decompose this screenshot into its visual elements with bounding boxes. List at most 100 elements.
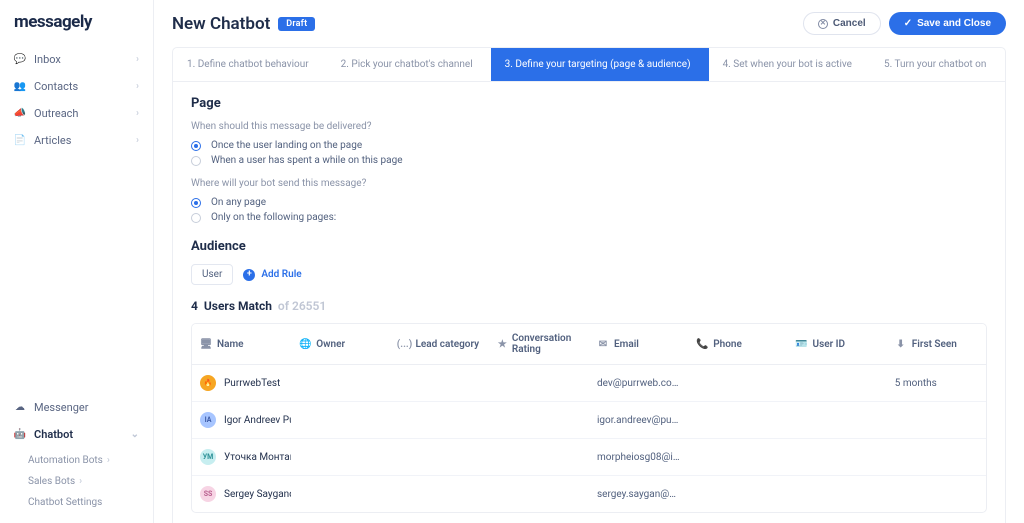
table-row[interactable]: УМУточка Монтана morpheiosg08@inbox.ru: [192, 439, 986, 476]
avatar: УМ: [200, 449, 216, 465]
radio-label: On any page: [211, 197, 266, 208]
save-button[interactable]: ✓ Save and Close: [889, 12, 1006, 35]
button-label: Save and Close: [917, 18, 991, 29]
sidebar-item-messenger[interactable]: ☁Messenger: [0, 394, 153, 421]
col-email[interactable]: ✉Email: [589, 330, 688, 359]
col-firstseen[interactable]: ⬇First Seen: [887, 330, 986, 359]
panel: 1. Define chatbot behaviour 2. Pick your…: [172, 47, 1006, 523]
users-table: 🖥Name 🌐Owner (...)Lead category ★Convers…: [191, 323, 987, 513]
step-3[interactable]: 3. Define your targeting (page & audienc…: [491, 48, 709, 81]
step-1[interactable]: 1. Define chatbot behaviour: [173, 48, 327, 81]
cell-firstseen: [887, 447, 986, 467]
sidebar-item-label: Articles: [34, 134, 71, 147]
col-phone[interactable]: 📞Phone: [688, 330, 787, 359]
sidebar: messagely 💬Inbox › 👥Contacts › 📣Outreach…: [0, 0, 154, 523]
cell-email: sergey.saygan@gmail.com: [589, 479, 688, 510]
chevron-down-icon: ⌄: [131, 429, 139, 440]
sidebar-item-label: Chatbot: [34, 428, 73, 441]
main: New Chatbot Draft ✕ Cancel ✓ Save and Cl…: [154, 0, 1024, 523]
chevron-right-icon: ›: [136, 54, 139, 65]
sidebar-item-chatbot[interactable]: 🤖 Chatbot ⌄: [0, 421, 153, 448]
cell-phone: [688, 410, 787, 430]
globe-icon: 🌐: [299, 339, 311, 350]
avatar: SS: [200, 486, 216, 502]
sidebar-item-inbox[interactable]: 💬Inbox ›: [0, 46, 153, 73]
subnav-chatbot-settings[interactable]: Chatbot Settings: [28, 492, 153, 513]
step-2[interactable]: 2. Pick your chatbot's channel: [327, 48, 491, 81]
radio-icon: [191, 198, 201, 208]
mail-icon: ✉: [597, 339, 609, 350]
cell-firstseen: [887, 410, 986, 430]
table-row[interactable]: SSSergey Sayganov sergey.saygan@gmail.com: [192, 476, 986, 512]
chevron-right-icon: ›: [136, 108, 139, 119]
cell-firstseen: 5 months: [887, 368, 986, 399]
doc-icon: 📄: [14, 135, 26, 147]
avatar: 🔥: [200, 375, 216, 391]
add-rule-button[interactable]: + Add Rule: [243, 269, 301, 281]
cell-owner: [291, 410, 390, 430]
col-userid[interactable]: 🪪User ID: [788, 330, 887, 359]
button-label: Add Rule: [261, 269, 301, 280]
question-where: Where will your bot send this message?: [191, 178, 987, 189]
audience-heading: Audience: [191, 239, 987, 254]
col-owner[interactable]: 🌐Owner: [291, 330, 390, 359]
cancel-button[interactable]: ✕ Cancel: [803, 12, 881, 35]
star-icon: ★: [498, 339, 507, 350]
cell-lead: [391, 373, 490, 393]
sidebar-item-contacts[interactable]: 👥Contacts ›: [0, 73, 153, 100]
table-row[interactable]: 🔥PurrwebTest dev@purrweb.com 5 months: [192, 365, 986, 402]
brackets-icon: (...): [399, 339, 411, 350]
wizard-steps: 1. Define chatbot behaviour 2. Pick your…: [173, 48, 1005, 82]
radio-icon: [191, 141, 201, 151]
page-heading: Page: [191, 96, 987, 111]
radio-spent-while[interactable]: When a user has spent a while on this pa…: [191, 153, 987, 168]
messenger-icon: ☁: [14, 402, 26, 414]
radio-icon: [191, 213, 201, 223]
step-5[interactable]: 5. Turn your chatbot on: [870, 48, 1004, 81]
cell-userid: [788, 484, 887, 504]
chat-icon: 💬: [14, 54, 26, 66]
col-rating[interactable]: ★Conversation Rating: [490, 324, 589, 364]
cell-phone: [688, 447, 787, 467]
step-4[interactable]: 4. Set when your bot is active: [709, 48, 870, 81]
monitor-icon: 🖥: [200, 339, 212, 350]
radio-label: When a user has spent a while on this pa…: [211, 155, 403, 166]
cell-firstseen: [887, 484, 986, 504]
chevron-right-icon: ›: [136, 81, 139, 92]
cell-name: IAIgor Andreev Purrweb: [192, 402, 291, 438]
subnav-automation-bots[interactable]: Automation Bots›: [28, 450, 153, 471]
col-name[interactable]: 🖥Name: [192, 330, 291, 359]
radio-once-landing[interactable]: Once the user landing on the page: [191, 138, 987, 153]
button-label: Cancel: [833, 18, 866, 29]
cell-userid: [788, 373, 887, 393]
user-chip[interactable]: User: [191, 264, 233, 285]
nav-primary: 💬Inbox › 👥Contacts › 📣Outreach › 📄 Articl…: [0, 46, 153, 154]
cell-userid: [788, 410, 887, 430]
page-title: New Chatbot: [172, 14, 270, 34]
cell-email: morpheiosg08@inbox.ru: [589, 442, 688, 473]
robot-icon: 🤖: [14, 429, 26, 441]
phone-icon: 📞: [696, 339, 708, 350]
cell-phone: [688, 484, 787, 504]
cell-name: 🔥PurrwebTest: [192, 365, 291, 401]
subnav-sales-bots[interactable]: Sales Bots›: [28, 471, 153, 492]
sidebar-item-outreach[interactable]: 📣Outreach ›: [0, 100, 153, 127]
question-delivery: When should this message be delivered?: [191, 121, 987, 132]
radio-following-pages[interactable]: Only on the following pages:: [191, 210, 987, 225]
radio-any-page[interactable]: On any page: [191, 195, 987, 210]
cell-email: dev@purrweb.com: [589, 368, 688, 399]
radio-label: Once the user landing on the page: [211, 140, 362, 151]
cell-lead: [391, 484, 490, 504]
cell-rating: [490, 373, 589, 393]
cell-name: SSSergey Sayganov: [192, 476, 291, 512]
table-row[interactable]: IAIgor Andreev Purrwebigor.andreev@purrw…: [192, 402, 986, 439]
cell-rating: [490, 410, 589, 430]
cell-owner: [291, 447, 390, 467]
contacts-icon: 👥: [14, 81, 26, 93]
cell-name: УМУточка Монтана: [192, 439, 291, 475]
col-lead[interactable]: (...)Lead category: [391, 330, 490, 359]
cell-owner: [291, 484, 390, 504]
close-icon: ✕: [818, 19, 828, 29]
cell-lead: [391, 447, 490, 467]
sidebar-item-articles[interactable]: 📄Articles ›: [0, 127, 153, 154]
